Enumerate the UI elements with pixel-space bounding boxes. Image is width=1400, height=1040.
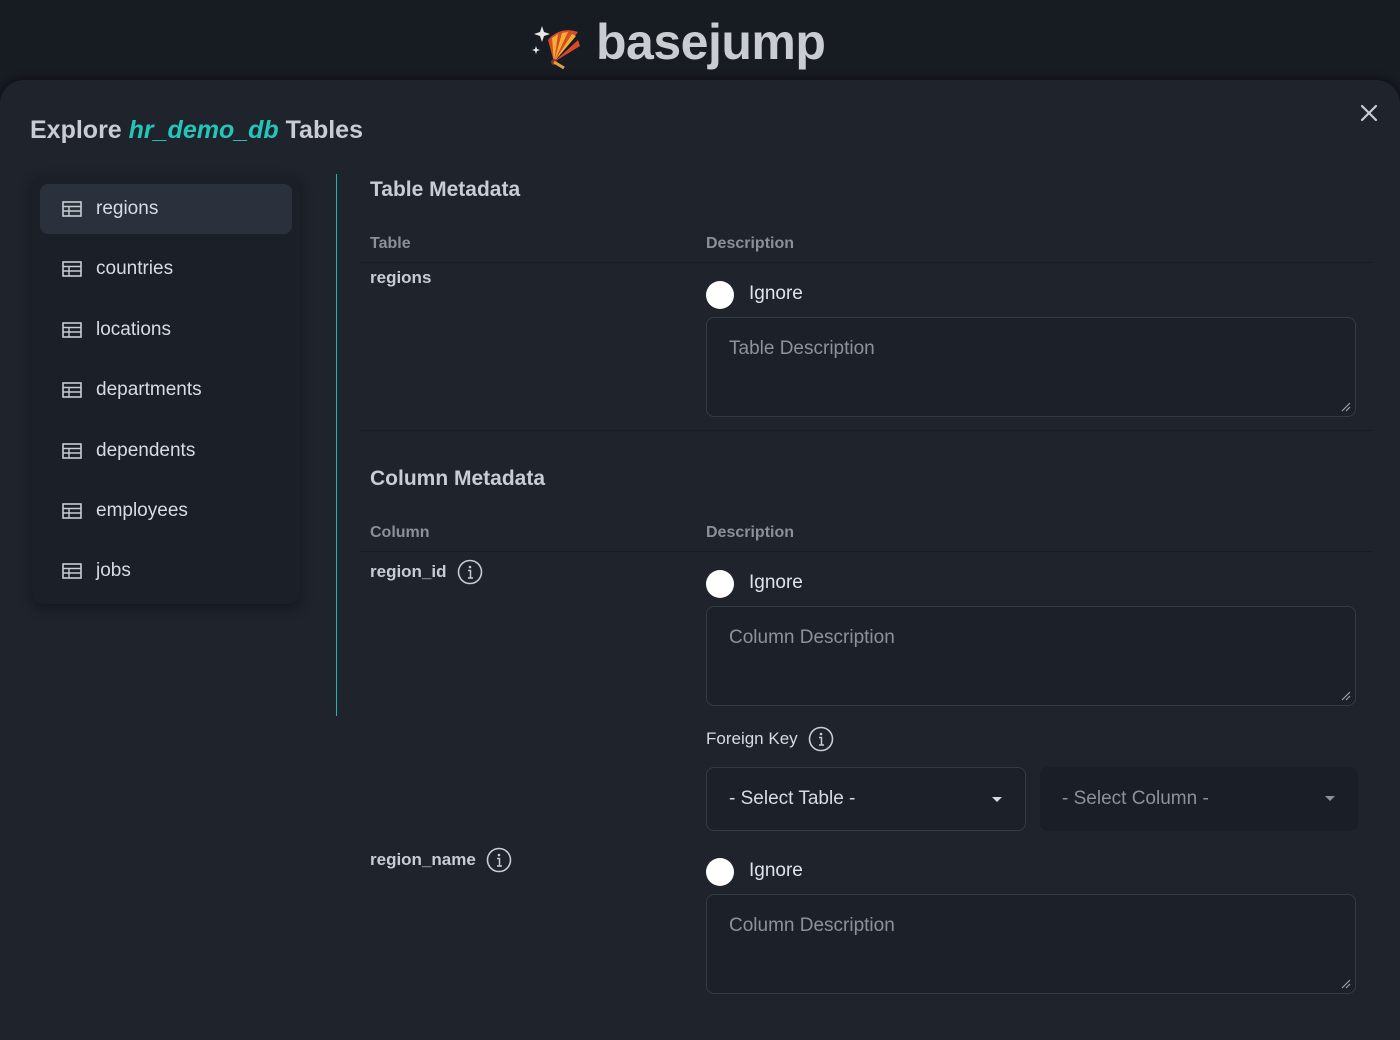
sidebar-item-label: jobs (96, 560, 131, 582)
resize-handle-icon[interactable] (1339, 400, 1351, 412)
ignore-table-toggle[interactable] (706, 281, 734, 309)
sidebar-item-departments[interactable]: departments (40, 365, 292, 415)
sidebar-item-jobs[interactable]: jobs (40, 546, 292, 596)
page-title: Explore hr_demo_db Tables (30, 116, 363, 145)
ignore-label: Ignore (749, 572, 803, 593)
select-column-value: - Select Column - (1062, 788, 1209, 809)
table-icon (62, 201, 82, 217)
col-head-column: Column (370, 524, 430, 541)
table-description-field[interactable]: Table Description (706, 317, 1356, 417)
table-icon (62, 563, 82, 580)
sidebar-item-label: dependents (96, 439, 196, 461)
table-name: regions (370, 268, 431, 288)
table-icon (62, 442, 82, 459)
header-divider (360, 262, 1372, 263)
placeholder: Table Description (729, 338, 875, 359)
foreign-key-label: Foreign Key (706, 726, 834, 752)
sidebar-item-countries[interactable]: countries (40, 244, 292, 294)
select-table-value: - Select Table - (729, 788, 856, 809)
ignore-label: Ignore (749, 860, 803, 881)
chevron-down-icon (992, 797, 1002, 802)
info-icon[interactable] (808, 726, 834, 752)
fan-logo-icon (532, 26, 580, 70)
table-icon (62, 321, 82, 338)
resize-handle-icon[interactable] (1339, 689, 1351, 701)
sidebar-item-dependents[interactable]: dependents (40, 426, 292, 476)
select-table-dropdown[interactable]: - Select Table - (706, 767, 1026, 831)
column-description-field[interactable]: Column Description (706, 894, 1356, 994)
table-icon (62, 382, 82, 398)
info-icon[interactable] (457, 559, 483, 585)
sidebar-item-label: employees (96, 499, 188, 521)
sidebar-item-employees[interactable]: employees (40, 486, 292, 536)
placeholder: Column Description (729, 915, 895, 936)
table-name-label: regions (370, 268, 432, 287)
sidebar-item-label: locations (96, 318, 171, 340)
foreign-key-text: Foreign Key (706, 729, 798, 748)
info-icon[interactable] (486, 847, 512, 873)
select-column-dropdown[interactable]: - Select Column - (1040, 767, 1358, 831)
column-metadata-title: Column Metadata (370, 467, 546, 490)
title-prefix: Explore (30, 116, 122, 144)
sidebar-item-regions[interactable]: regions (40, 184, 292, 234)
ignore-label: Ignore (749, 283, 803, 304)
column-description-field[interactable]: Column Description (706, 606, 1356, 706)
table-list-sidebar: regions countries locations departments … (32, 176, 300, 604)
sidebar-item-locations[interactable]: locations (40, 305, 292, 355)
brand-name: basejump (596, 14, 826, 70)
sidebar-item-label: countries (96, 258, 174, 280)
placeholder: Column Description (729, 627, 895, 648)
ignore-column-toggle[interactable] (706, 858, 734, 886)
header-divider (360, 551, 1372, 552)
col-head-description: Description (706, 235, 795, 252)
brand[interactable]: basejump (528, 12, 826, 72)
table-metadata-title: Table Metadata (370, 178, 521, 201)
col-head-table: Table (370, 235, 411, 252)
table-icon (62, 261, 82, 278)
section-divider (360, 430, 1372, 431)
title-suffix: Tables (285, 116, 363, 144)
table-icon (62, 503, 82, 519)
column-name-label: region_name (370, 850, 476, 869)
chevron-down-icon (1325, 796, 1335, 801)
column-name-label: region_id (370, 562, 447, 581)
vertical-divider (336, 174, 337, 716)
ignore-column-toggle[interactable] (706, 570, 734, 598)
column-name-region-id: region_id (370, 559, 483, 585)
resize-handle-icon[interactable] (1339, 977, 1351, 989)
column-name-region-name: region_name (370, 847, 512, 873)
close-icon[interactable] (1356, 100, 1382, 126)
top-bar: basejump (0, 0, 1400, 90)
sidebar-item-label: regions (96, 198, 159, 219)
sidebar-item-label: departments (96, 379, 202, 401)
db-name: hr_demo_db (128, 116, 279, 144)
col-head-description: Description (706, 524, 795, 541)
